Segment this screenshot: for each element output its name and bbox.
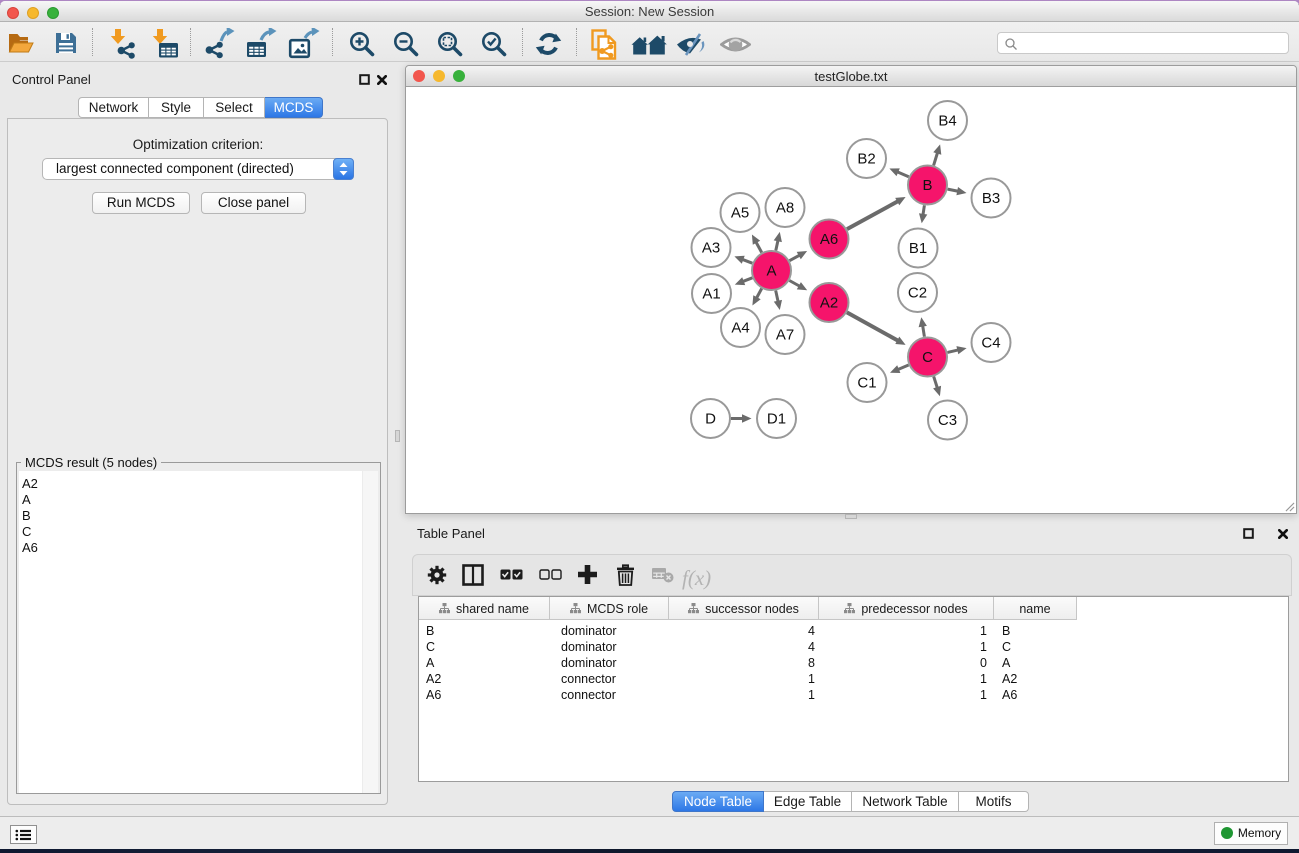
svg-text:B: B: [922, 177, 932, 194]
svg-text:C4: C4: [981, 335, 1000, 352]
svg-text:A6: A6: [820, 231, 838, 248]
svg-text:A2: A2: [820, 295, 838, 312]
svg-text:A4: A4: [731, 320, 749, 337]
svg-text:A7: A7: [776, 327, 794, 344]
svg-text:C1: C1: [857, 375, 876, 392]
svg-text:D: D: [705, 411, 716, 428]
svg-text:B2: B2: [857, 151, 875, 168]
svg-text:B1: B1: [909, 240, 927, 257]
svg-text:B4: B4: [938, 113, 956, 130]
svg-text:C3: C3: [938, 412, 957, 429]
svg-text:A3: A3: [702, 240, 720, 257]
svg-text:D1: D1: [767, 411, 786, 428]
svg-text:B3: B3: [982, 190, 1000, 207]
svg-text:A1: A1: [702, 286, 720, 303]
svg-text:A: A: [766, 263, 776, 280]
svg-text:A5: A5: [731, 205, 749, 222]
svg-text:C: C: [922, 349, 933, 366]
svg-text:A8: A8: [776, 200, 794, 217]
svg-text:C2: C2: [908, 285, 927, 302]
